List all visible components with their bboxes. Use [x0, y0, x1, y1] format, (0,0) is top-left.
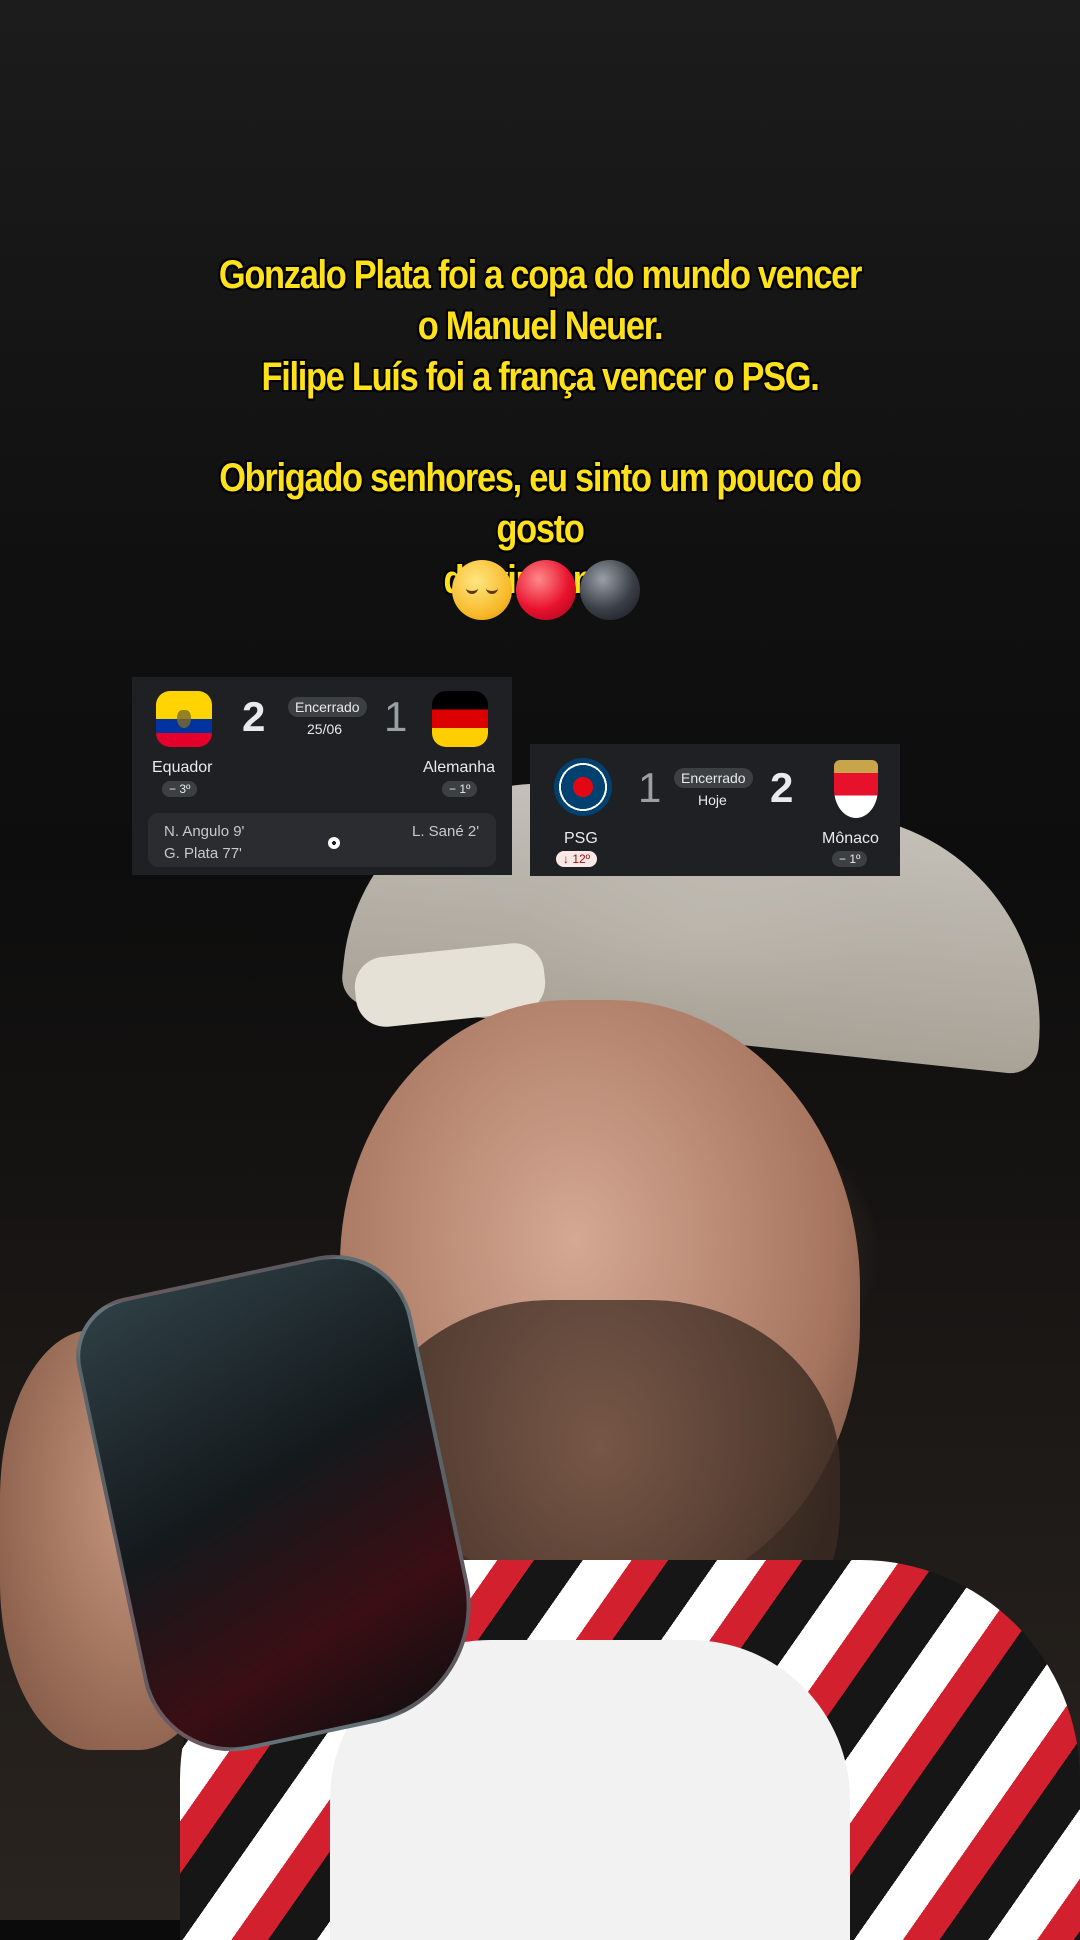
match-date: 25/06: [307, 721, 343, 737]
home-score: 2: [242, 693, 266, 740]
relieved-face-icon: [452, 560, 512, 620]
emoji-row: [452, 560, 642, 622]
away-team-rank: − 1º: [832, 851, 868, 867]
soccer-ball-icon: [328, 837, 340, 849]
home-team-rank: ↓ 12º: [556, 851, 598, 867]
black-circle-icon: [580, 560, 640, 620]
match-date: Hoje: [698, 792, 727, 808]
home-scorer: N. Angulo 9': [164, 823, 245, 840]
away-team-rank: − 1º: [442, 781, 478, 797]
caption-line: Obrigado senhores, eu sinto um pouco do …: [219, 456, 862, 551]
caption-line: Filipe Luís foi a frança vencer o PSG.: [261, 355, 820, 399]
goal-scorers-panel: N. Angulo 9' G. Plata 77' L. Sané 2': [148, 813, 496, 867]
away-score: 1: [384, 693, 408, 740]
home-team-name: PSG: [564, 830, 598, 847]
red-circle-icon: [516, 560, 576, 620]
caption-line: Gonzalo Plata foi a copa do mundo vencer: [218, 253, 863, 297]
caption-gap: [196, 403, 884, 453]
home-score: 1: [638, 764, 662, 811]
monaco-crest-icon: [834, 760, 878, 818]
germany-flag-icon: [432, 691, 488, 747]
away-team-name: Mônaco: [822, 830, 879, 847]
score-card-ecuador-germany: 2 Encerrado 25/06 1 Equador − 3º Alemanh…: [132, 677, 512, 875]
home-team-rank: − 3º: [162, 781, 198, 797]
caption-text: Gonzalo Plata foi a copa do mundo vencer…: [196, 250, 884, 606]
match-status: Encerrado: [288, 697, 367, 717]
away-scorer: L. Sané 2': [412, 823, 480, 840]
ecuador-flag-icon: [156, 691, 212, 747]
caption-line: o Manuel Neuer.: [417, 304, 664, 348]
home-team-name: Equador: [152, 759, 213, 776]
score-card-psg-monaco: 1 Encerrado Hoje 2 PSG ↓ 12º Mônaco − 1º: [530, 744, 900, 876]
away-score: 2: [770, 764, 794, 811]
psg-crest-icon: [554, 758, 612, 816]
match-status: Encerrado: [674, 768, 753, 788]
away-team-name: Alemanha: [423, 759, 496, 776]
home-scorer: G. Plata 77': [164, 845, 242, 862]
